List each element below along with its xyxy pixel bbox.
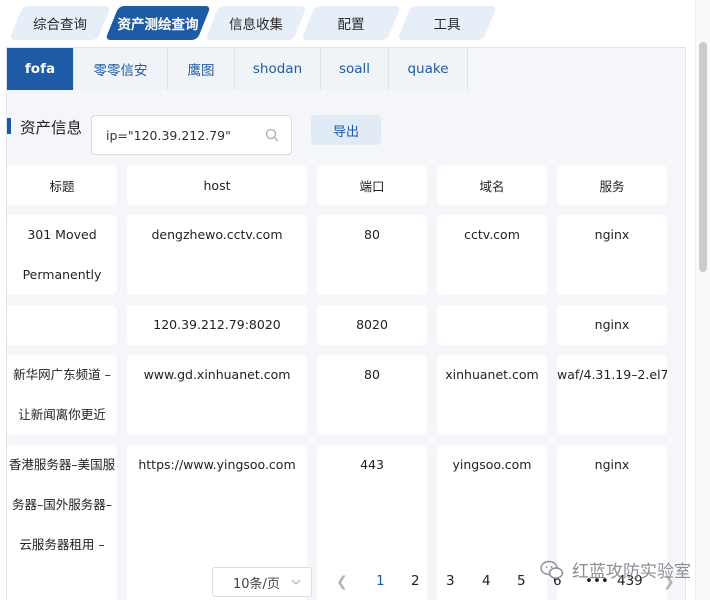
tab-label: 鹰图 <box>187 63 215 79</box>
cell-text: https://www.yingsoo.com <box>138 457 296 472</box>
cell-text: 80 <box>364 227 380 242</box>
cell-text: waf/4.31.19–2.el7 <box>557 367 667 382</box>
cell-text: xinhuanet.com <box>445 367 539 382</box>
tab-tools[interactable]: 工具 <box>404 6 490 40</box>
tab-label: fofa <box>24 61 56 77</box>
prev-page-icon[interactable]: ❮ <box>336 574 348 590</box>
cell-text: Permanently <box>22 267 102 282</box>
page-button[interactable]: 3 <box>446 573 455 589</box>
page-size-select[interactable]: 10条/页 <box>212 567 312 597</box>
watermark: 红蓝攻防实验室 <box>540 557 691 582</box>
scrollbar-thumb[interactable] <box>699 42 707 272</box>
page-size-value: 10条/页 <box>233 576 280 592</box>
asset-panel: fofa 零零信安 鹰图 shodan soall quake 资产信息 ip=… <box>6 47 686 600</box>
tab-fofa[interactable]: fofa <box>7 48 74 90</box>
search-value: ip="120.39.212.79" <box>106 127 231 143</box>
table-cell-domain: cctv.com <box>437 215 547 295</box>
search-input[interactable]: ip="120.39.212.79" <box>91 115 292 155</box>
tab-label: soall <box>338 61 371 77</box>
cell-text: 云服务器租用 – <box>19 537 105 552</box>
tab-label: 配置 <box>337 17 365 33</box>
tab-config[interactable]: 配置 <box>308 6 394 40</box>
page-button[interactable]: 2 <box>411 573 420 589</box>
table-cell-port: 8020 <box>317 305 427 345</box>
tab-label: 综合查询 <box>33 17 87 33</box>
cell-text: nginx <box>594 457 630 472</box>
cell-text: 新华网广东频道 – <box>13 367 111 382</box>
watermark-text: 红蓝攻防实验室 <box>572 562 691 582</box>
table-cell-service: nginx <box>557 305 667 345</box>
page-button[interactable]: 5 <box>517 573 526 589</box>
cell-text: 香港服务器–美国服 <box>8 457 116 472</box>
header-label: 服务 <box>599 178 625 194</box>
section-title: 资产信息 <box>20 119 83 137</box>
vertical-scrollbar[interactable] <box>695 0 710 600</box>
table-cell-port: 80 <box>317 355 427 435</box>
page-button[interactable]: 4 <box>482 573 491 589</box>
table-cell-domain <box>437 305 547 345</box>
column-header-domain: 域名 <box>437 165 547 205</box>
cell-text: 443 <box>360 457 384 472</box>
column-header-host: host <box>127 165 307 205</box>
cell-text: 8020 <box>356 317 388 332</box>
header-label: 标题 <box>49 178 75 194</box>
tab-comprehensive-query[interactable]: 综合查询 <box>16 6 104 40</box>
tab-label: 信息收集 <box>229 17 283 33</box>
cell-text: nginx <box>594 317 630 332</box>
table-cell-service: nginx <box>557 215 667 295</box>
export-label: 导出 <box>332 124 359 140</box>
table-cell-title: 301 Moved Permanently <box>7 215 117 295</box>
tab-label: 资产测绘查询 <box>117 17 199 33</box>
tab-quake[interactable]: quake <box>389 48 468 90</box>
cell-text: dengzhewo.cctv.com <box>151 227 283 242</box>
wechat-icon <box>540 560 564 579</box>
engine-tab-bar: fofa 零零信安 鹰图 shodan soall quake <box>7 48 468 90</box>
tab-lingling-xinan[interactable]: 零零信安 <box>74 48 168 90</box>
table-cell-host[interactable]: 120.39.212.79:8020 <box>127 305 307 345</box>
search-icon[interactable] <box>265 128 279 142</box>
chevron-down-icon <box>291 579 301 585</box>
column-header-port: 端口 <box>317 165 427 205</box>
tab-shodan[interactable]: shodan <box>235 48 321 90</box>
table-cell-host[interactable]: www.gd.xinhuanet.com <box>127 355 307 435</box>
cell-text: 301 Moved <box>27 227 97 242</box>
cell-text: 让新闻离你更近 <box>18 407 106 422</box>
tab-label: 工具 <box>433 17 461 33</box>
cell-text: 80 <box>364 367 380 382</box>
section-accent <box>7 118 11 134</box>
table-cell-title: 新华网广东频道 – 让新闻离你更近 <box>7 355 117 435</box>
column-header-service: 服务 <box>557 165 667 205</box>
header-label: 端口 <box>359 178 385 194</box>
table-cell-title: 香港服务器–美国服 务器–国外服务器– 云服务器租用 – <box>7 445 117 600</box>
table-cell-host[interactable]: dengzhewo.cctv.com <box>127 215 307 295</box>
tab-label: shodan <box>252 61 303 77</box>
tab-label: quake <box>407 61 449 77</box>
cell-text: 务器–国外服务器– <box>11 497 112 512</box>
table-cell-domain: xinhuanet.com <box>437 355 547 435</box>
table-cell-service: waf/4.31.19–2.el7 <box>557 355 667 435</box>
cell-text: nginx <box>594 227 630 242</box>
tab-info-collection[interactable]: 信息收集 <box>212 6 300 40</box>
cell-text: yingsoo.com <box>452 457 532 472</box>
table-cell-title <box>7 305 117 345</box>
tab-asset-mapping-query[interactable]: 资产测绘查询 <box>112 6 204 40</box>
tab-label: 零零信安 <box>93 63 148 79</box>
column-header-title: 标题 <box>7 165 117 205</box>
page-button[interactable]: 1 <box>376 573 385 589</box>
tab-yingtu[interactable]: 鹰图 <box>168 48 235 90</box>
cell-text <box>437 305 547 345</box>
cell-text: www.gd.xinhuanet.com <box>143 367 291 382</box>
header-label: 域名 <box>479 178 505 194</box>
header-label: host <box>203 177 231 193</box>
cell-text: 120.39.212.79:8020 <box>153 317 281 332</box>
export-button[interactable]: 导出 <box>311 115 381 145</box>
tab-soall[interactable]: soall <box>321 48 389 90</box>
cell-text: cctv.com <box>464 227 520 242</box>
table-cell-port: 80 <box>317 215 427 295</box>
